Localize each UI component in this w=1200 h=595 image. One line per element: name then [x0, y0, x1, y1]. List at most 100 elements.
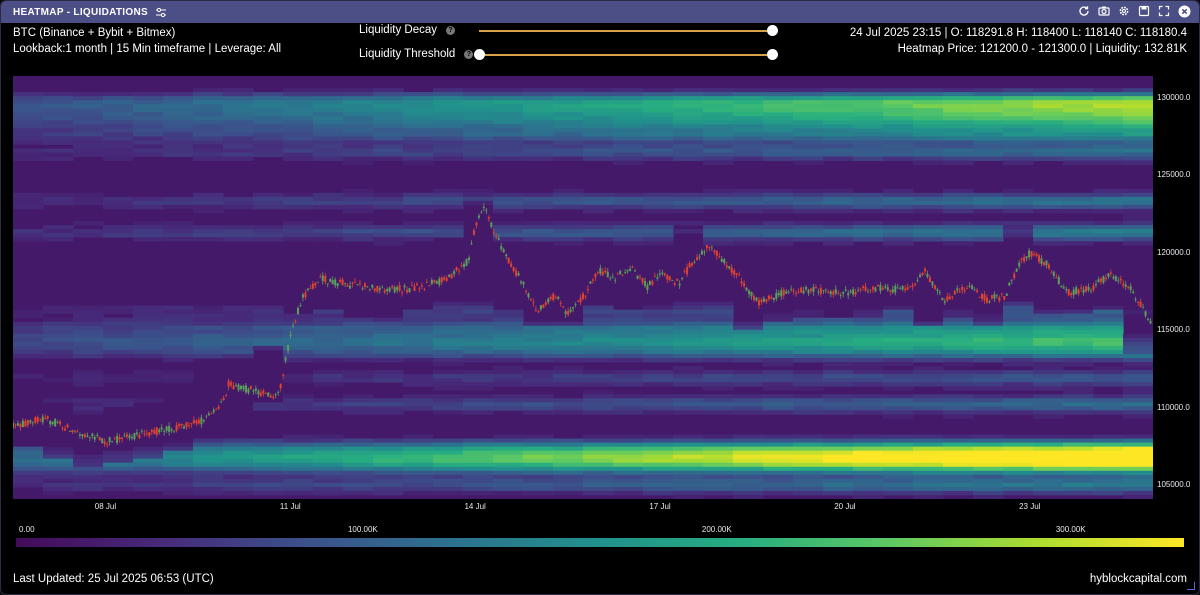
- candle-body: [824, 289, 827, 291]
- help-icon[interactable]: ?: [445, 25, 455, 35]
- heatmap-cell: [1003, 229, 1034, 234]
- heatmap-cell: [343, 329, 374, 335]
- candle-body: [1013, 273, 1016, 278]
- heatmap-cell: [1033, 196, 1064, 202]
- candle-body: [985, 297, 988, 303]
- heatmap-cell: [733, 398, 764, 403]
- heatmap-cell: [823, 200, 854, 206]
- liquidation-heatmap[interactable]: [13, 76, 1153, 499]
- heatmap-cell: [553, 96, 584, 101]
- heatmap-cell: [313, 92, 344, 97]
- heatmap-cell: [583, 446, 614, 452]
- heatmap-cell: [733, 233, 764, 238]
- x-tick-label: 23 Jul: [1019, 502, 1041, 511]
- heatmap-cell: [823, 321, 854, 327]
- candle-body: [1045, 260, 1048, 266]
- heatmap-cell: [523, 402, 554, 407]
- heatmap-cell: [1063, 225, 1094, 230]
- candle-body: [842, 291, 845, 294]
- heatmap-cell: [523, 321, 554, 327]
- heatmap-cell: [103, 325, 134, 331]
- candle-body: [21, 420, 24, 428]
- heatmap-cell: [763, 378, 794, 383]
- heatmap-cell: [553, 470, 584, 476]
- heatmap-cell: [583, 329, 614, 335]
- heatmap-cell: [553, 120, 584, 125]
- heatmap-cell: [283, 116, 314, 121]
- heatmap-cell: [763, 233, 794, 238]
- help-icon[interactable]: ?: [464, 49, 474, 59]
- candle-body: [26, 420, 29, 425]
- heatmap-cell: [583, 394, 614, 399]
- heatmap-cell: [883, 152, 914, 157]
- heatmap-cell: [733, 349, 764, 355]
- candle-body: [492, 231, 495, 233]
- sliders-icon[interactable]: [155, 6, 167, 18]
- close-icon[interactable]: [1177, 4, 1191, 18]
- brand-link[interactable]: hyblockcapital.com: [1090, 573, 1187, 585]
- refresh-icon[interactable]: [1077, 4, 1091, 18]
- candle-body: [720, 258, 723, 262]
- heatmap-cell: [373, 358, 404, 363]
- candle-body: [614, 279, 617, 281]
- save-icon[interactable]: [1137, 4, 1151, 18]
- heatmap-cell: [883, 490, 914, 496]
- heatmap-cell: [1003, 442, 1034, 448]
- heatmap-cell: [43, 466, 74, 472]
- heatmap-cell: [913, 353, 944, 359]
- heatmap-cell: [973, 200, 1004, 206]
- candle-body: [24, 420, 27, 427]
- liquidity-threshold-min-knob[interactable]: [473, 49, 485, 60]
- heatmap-cell: [433, 301, 464, 307]
- heatmap-cell: [103, 132, 134, 137]
- heatmap-cell: [793, 221, 824, 226]
- heatmap-cell: [883, 362, 914, 367]
- heatmap-cell: [13, 192, 44, 198]
- liquidity-threshold-slider[interactable]: [479, 54, 772, 56]
- heatmap-cell: [613, 337, 644, 343]
- heatmap-cell: [673, 442, 704, 448]
- camera-icon[interactable]: [1097, 4, 1111, 18]
- heatmap-cell: [523, 378, 554, 383]
- heatmap-cell: [943, 120, 974, 125]
- heatmap-cell: [463, 454, 494, 460]
- heatmap-cell: [643, 434, 674, 439]
- heatmap-cell: [553, 329, 584, 335]
- heatmap-cell: [883, 458, 914, 464]
- candle-body: [800, 287, 803, 293]
- heatmap-cell: [673, 124, 704, 129]
- resize-handle[interactable]: [1187, 582, 1195, 590]
- candle-body: [13, 422, 14, 429]
- candle-body: [178, 424, 181, 426]
- heatmap-cell: [553, 454, 584, 460]
- gear-icon[interactable]: [1117, 4, 1131, 18]
- heatmap-cell: [283, 450, 314, 456]
- candle-body: [130, 437, 133, 439]
- heatmap-cell: [913, 402, 944, 407]
- heatmap-cell: [13, 128, 44, 133]
- liquidity-threshold-max-knob[interactable]: [766, 49, 778, 60]
- liquidity-decay-knob[interactable]: [766, 25, 778, 36]
- liquidity-decay-slider[interactable]: [479, 30, 772, 32]
- heatmap-cell: [1123, 366, 1153, 371]
- heatmap-cell: [163, 325, 194, 331]
- heatmap-cell: [733, 450, 764, 456]
- heatmap-cell: [943, 148, 974, 153]
- heatmap-cell: [433, 474, 464, 480]
- heatmap-cell: [613, 434, 644, 439]
- heatmap-cell: [823, 192, 854, 198]
- heatmap-cell: [133, 446, 164, 452]
- heatmap-cell: [613, 241, 644, 246]
- colorbar-tick-label: 0.00: [19, 525, 35, 534]
- heatmap-cell: [403, 204, 434, 210]
- heatmap-cell: [823, 329, 854, 335]
- heatmap-cell: [463, 490, 494, 496]
- candle-body: [718, 256, 721, 257]
- heatmap-cell: [433, 402, 464, 407]
- heatmap-cell: [583, 233, 614, 238]
- heatmap-cell: [1063, 196, 1094, 202]
- heatmap-cell: [433, 144, 464, 149]
- heatmap-cell: [883, 454, 914, 460]
- expand-icon[interactable]: [1157, 4, 1171, 18]
- candle-body: [420, 285, 423, 287]
